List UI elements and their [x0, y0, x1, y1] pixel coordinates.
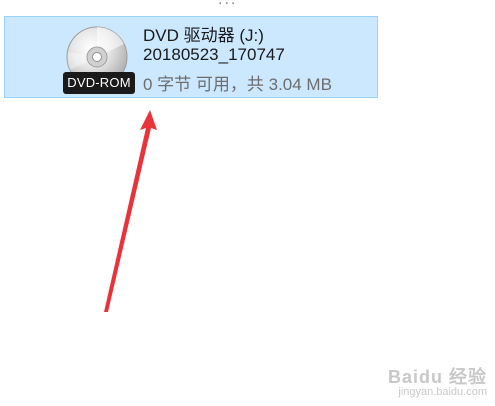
explorer-view: ... DVD-ROM DVD 驱动器 (J:) 20180523_170747… — [0, 0, 495, 406]
baidu-watermark: Baidu 经验 jingyan.baidu.com — [387, 367, 487, 400]
red-arrow-annotation — [104, 110, 157, 312]
watermark-url: jingyan.baidu.com — [398, 386, 487, 398]
watermark-main: Baidu 经验 — [387, 367, 487, 387]
